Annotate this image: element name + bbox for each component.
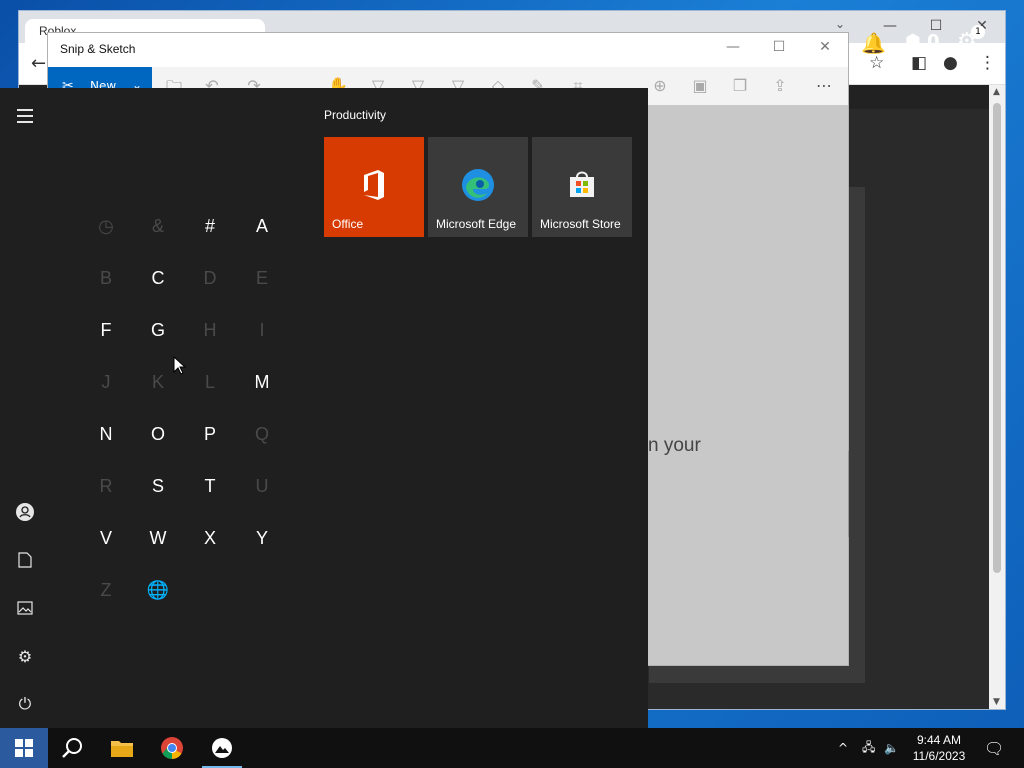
mouse-cursor-icon <box>173 356 187 375</box>
profile-icon[interactable]: ● <box>943 53 958 73</box>
letter-9[interactable]: G <box>132 304 184 356</box>
robux-count: 0 <box>926 31 940 52</box>
volume-muted-icon[interactable]: 🔈 <box>884 728 899 768</box>
tile-group-title: Productivity <box>324 108 387 122</box>
zoom-icon[interactable]: ⊕ <box>648 76 672 95</box>
tile-label: Office <box>332 217 364 231</box>
chrome-menu-icon[interactable]: ⋮ <box>979 53 996 73</box>
edge-icon <box>462 169 494 201</box>
chrome-icon <box>161 737 183 759</box>
clock-date: 11/6/2023 <box>912 749 966 763</box>
file-explorer-button[interactable] <box>98 728 146 768</box>
snip-maximize-button[interactable]: ☐ <box>764 39 794 55</box>
letter-4: B <box>99 267 112 288</box>
letter-24[interactable]: V <box>80 512 132 564</box>
letter-15[interactable]: M <box>236 356 288 408</box>
action-center-icon[interactable]: 🗨 <box>984 728 1004 768</box>
documents-icon[interactable] <box>12 547 38 573</box>
snip-title: Snip & Sketch <box>60 42 136 56</box>
more-options-icon[interactable]: ⋯ <box>812 76 836 95</box>
save-icon[interactable]: ▣ <box>688 76 712 95</box>
canvas-text: n your <box>648 435 701 456</box>
start-rail: ⚙ ⏻ <box>0 88 50 728</box>
letter-5[interactable]: C <box>132 252 184 304</box>
letter-22[interactable]: T <box>184 460 236 512</box>
show-hidden-icons[interactable]: ^ <box>838 728 848 768</box>
letter-3[interactable]: A <box>236 200 288 252</box>
letter-1: & <box>151 215 164 236</box>
taskbar: ^ 🖧 🔈 9:44 AM 11/6/2023 🗨 <box>0 728 1024 768</box>
scrollbar-thumb[interactable] <box>993 103 1001 573</box>
letter-29: 🌐 <box>146 579 170 600</box>
letter-10: H <box>203 319 217 340</box>
letter-23: U <box>255 475 269 496</box>
office-icon <box>364 170 384 200</box>
bookmark-star-icon[interactable]: ☆ <box>869 53 884 73</box>
tile-label: Microsoft Store <box>540 217 621 231</box>
power-icon[interactable]: ⏻ <box>12 691 38 717</box>
windows-logo-icon <box>15 739 33 757</box>
letter-7: E <box>255 267 268 288</box>
robux-balance[interactable]: ⬢ 0 <box>905 31 940 52</box>
folder-icon <box>111 741 133 757</box>
notification-bell-icon[interactable]: 🔔 <box>861 31 886 55</box>
letter-21[interactable]: S <box>132 460 184 512</box>
expand-menu-icon[interactable] <box>12 103 38 129</box>
back-icon[interactable]: ← <box>31 53 46 74</box>
store-icon <box>570 171 594 197</box>
pictures-icon[interactable] <box>12 595 38 621</box>
scroll-down-icon[interactable]: ▼ <box>993 697 1000 707</box>
letter-2[interactable]: # <box>184 200 236 252</box>
settings-badge: 1 <box>971 25 985 39</box>
letter-26[interactable]: X <box>184 512 236 564</box>
letter-27[interactable]: Y <box>236 512 288 564</box>
letter-25[interactable]: W <box>132 512 184 564</box>
letter-8[interactable]: F <box>80 304 132 356</box>
start-button[interactable] <box>0 728 48 768</box>
clock-time: 9:44 AM <box>916 733 962 747</box>
office-tile[interactable]: Office <box>324 137 424 237</box>
start-menu: ⚙ ⏻ ◷ & # A B C D E F G H I J K L M N O P Q R S T U V W X Y Z 🌐 Produ… <box>0 88 648 728</box>
tile-label: Microsoft Edge <box>436 217 517 231</box>
copy-icon[interactable]: ❐ <box>728 76 752 95</box>
tab-search-icon[interactable]: ⌄ <box>835 17 845 31</box>
user-account-icon[interactable] <box>12 499 38 525</box>
letter-20: R <box>99 475 113 496</box>
network-icon[interactable]: 🖧 <box>862 728 875 768</box>
letter-28: Z <box>100 579 112 600</box>
snip-close-button[interactable]: ✕ <box>810 39 840 55</box>
store-tile[interactable]: Microsoft Store <box>532 137 632 237</box>
search-icon <box>62 738 82 758</box>
letter-18[interactable]: P <box>184 408 236 460</box>
sidepanel-icon[interactable]: ◧ <box>911 53 927 73</box>
search-button[interactable] <box>48 728 96 768</box>
letter-11: I <box>259 319 265 340</box>
letter-14: L <box>204 371 215 392</box>
share-icon[interactable]: ⇪ <box>768 76 792 95</box>
letter-6: D <box>203 267 217 288</box>
snip-sketch-icon <box>212 738 232 758</box>
edge-tile[interactable]: Microsoft Edge <box>428 137 528 237</box>
settings-icon[interactable]: ⚙ <box>12 643 38 669</box>
letter-17[interactable]: O <box>132 408 184 460</box>
letter-19: Q <box>254 423 269 444</box>
snip-sketch-taskbar-button[interactable] <box>198 728 246 768</box>
chrome-scrollbar[interactable]: ▲ ▼ <box>989 85 1005 709</box>
letter-12: J <box>101 371 111 392</box>
chrome-taskbar-button[interactable] <box>148 728 196 768</box>
canvas-divider <box>848 451 849 537</box>
system-clock[interactable]: 9:44 AM 11/6/2023 <box>904 732 974 764</box>
letter-16[interactable]: N <box>80 408 132 460</box>
letter-0: ◷ <box>98 215 114 236</box>
snip-titlebar: Snip & Sketch — ☐ ✕ <box>48 33 848 67</box>
snip-minimize-button[interactable]: — <box>718 39 748 55</box>
scroll-up-icon[interactable]: ▲ <box>993 87 1000 97</box>
